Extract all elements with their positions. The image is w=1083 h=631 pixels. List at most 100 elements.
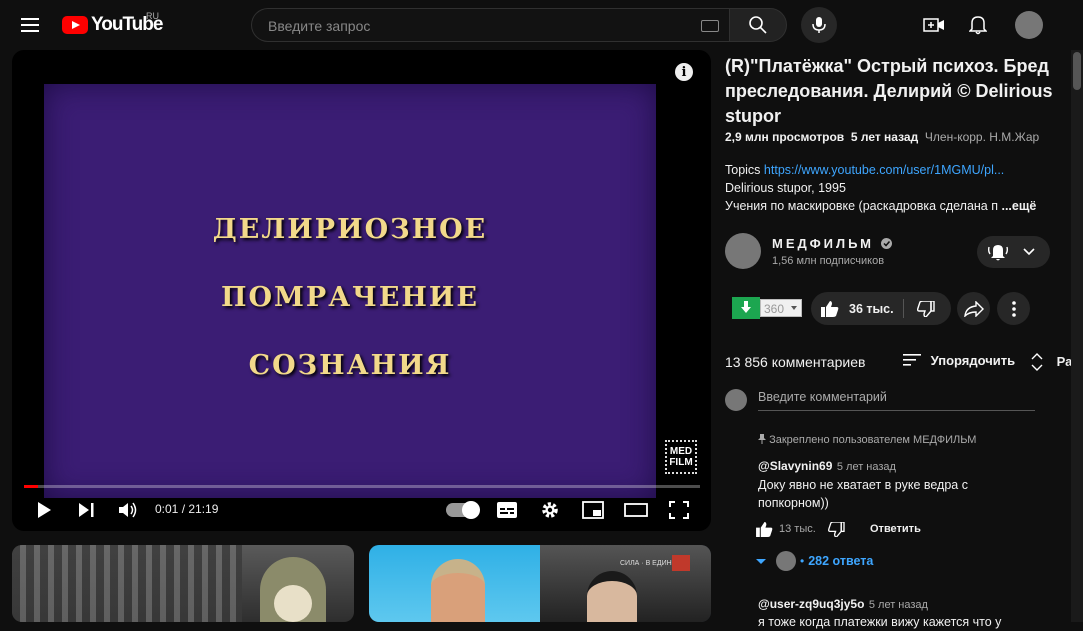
subtitles-icon bbox=[497, 502, 517, 518]
upload-age: 5 лет назад bbox=[850, 130, 919, 144]
description-line-2: Delirious stupor, 1995 bbox=[725, 181, 846, 195]
like-button[interactable]: 36 тыс. bbox=[811, 292, 903, 325]
settings-button[interactable] bbox=[538, 498, 562, 522]
comment-1-text-line-2: попкорном)) bbox=[758, 496, 829, 510]
download-icon[interactable] bbox=[732, 297, 760, 319]
replies-dot: • bbox=[800, 554, 805, 568]
video-title: (R)"Платёжка" Острый психоз. Бред пресле… bbox=[725, 56, 1053, 126]
comment-author[interactable]: @user-zq9uq3jy5o bbox=[758, 597, 864, 611]
channel-avatar[interactable] bbox=[725, 233, 761, 269]
search-icon bbox=[749, 16, 767, 34]
expand-collapse-icon bbox=[1031, 353, 1043, 371]
comment-input-wrap[interactable] bbox=[758, 388, 1035, 411]
bell-ringing-icon bbox=[987, 245, 1009, 261]
author-credit: Член-корр. Н.М.Жар bbox=[924, 130, 1040, 144]
frame-text-line-2: ПОМРАЧЕНИЕ bbox=[220, 282, 480, 313]
description-line-3: Учения по маскировке (раскадровка сделан… bbox=[725, 199, 998, 213]
next-button[interactable] bbox=[74, 498, 98, 522]
scrollbar-track[interactable] bbox=[1071, 50, 1083, 622]
dislike-button[interactable] bbox=[911, 292, 941, 325]
fullscreen-button[interactable] bbox=[667, 498, 691, 522]
quality-chevron-icon bbox=[791, 306, 797, 310]
topics-link[interactable]: https://www.youtube.com/user/1MGMU/pl... bbox=[764, 163, 1004, 177]
autoplay-toggle[interactable] bbox=[446, 501, 480, 519]
reply-button[interactable]: Ответить bbox=[870, 523, 921, 535]
extra-sort-button[interactable]: Ра bbox=[1031, 353, 1072, 371]
thumbnail-building bbox=[12, 545, 242, 622]
account-avatar[interactable] bbox=[1015, 11, 1043, 39]
progress-fill bbox=[24, 485, 38, 488]
keyboard-icon[interactable] bbox=[701, 20, 719, 32]
related-video-thumbnail-2[interactable]: СИЛА · В ЕДИНСТВЕ bbox=[369, 545, 711, 622]
show-more-link[interactable]: ...ещё bbox=[1001, 199, 1036, 213]
fullscreen-icon bbox=[669, 501, 689, 519]
sort-button[interactable]: Упорядочить bbox=[903, 353, 1015, 368]
share-icon bbox=[963, 300, 984, 317]
more-vert-icon bbox=[1011, 300, 1016, 317]
watermark-line-1: MED bbox=[669, 446, 693, 457]
comment-time[interactable]: 5 лет назад bbox=[837, 461, 896, 473]
create-video-icon bbox=[923, 18, 944, 32]
thumbnail-face bbox=[274, 585, 312, 622]
video-frame: ДЕЛИРИОЗНОЕ ПОМРАЧЕНИЕ СОЗНАНИЯ bbox=[44, 84, 656, 498]
description[interactable]: Topics https://www.youtube.com/user/1MGM… bbox=[725, 161, 1055, 215]
play-icon bbox=[38, 502, 51, 518]
channel-name[interactable]: МЕДФИЛЬМ bbox=[772, 236, 892, 251]
comment-input[interactable] bbox=[758, 390, 1028, 404]
thumbs-up-icon[interactable] bbox=[756, 522, 773, 537]
thumbs-down-icon bbox=[917, 300, 935, 317]
share-button[interactable] bbox=[957, 292, 990, 325]
frame-text-line-1: ДЕЛИРИОЗНОЕ bbox=[212, 214, 488, 245]
comment-time[interactable]: 5 лет назад bbox=[869, 599, 928, 611]
bell-icon bbox=[969, 16, 987, 35]
mic-icon bbox=[812, 17, 826, 33]
subtitles-button[interactable] bbox=[495, 498, 519, 522]
chevron-down-icon bbox=[1023, 248, 1035, 256]
voice-search-button[interactable] bbox=[801, 7, 837, 43]
comment-author[interactable]: @Slavynin69 bbox=[758, 459, 832, 473]
comment-1-text: Доку явно не хватает в руке ведра с попк… bbox=[758, 476, 968, 512]
comment-1-actions: 13 тыс. Ответить bbox=[756, 520, 956, 540]
extra-sort-label: Ра bbox=[1056, 354, 1073, 369]
related-video-thumbnail-1[interactable] bbox=[12, 545, 354, 622]
notifications-button[interactable] bbox=[966, 13, 990, 37]
like-divider bbox=[903, 299, 904, 318]
search-button[interactable] bbox=[729, 8, 787, 42]
theater-icon bbox=[624, 503, 648, 517]
youtube-logo-icon bbox=[62, 16, 88, 34]
download-widget[interactable]: 360 bbox=[732, 297, 802, 319]
medfilm-watermark: MED FILM bbox=[665, 440, 697, 474]
quality-select[interactable]: 360 bbox=[760, 299, 802, 317]
my-avatar bbox=[725, 389, 747, 411]
search-input[interactable] bbox=[266, 17, 690, 35]
replies-toggle[interactable]: • 282 ответа bbox=[756, 550, 873, 572]
frame-text-line-3: СОЗНАНИЯ bbox=[248, 350, 452, 381]
next-icon bbox=[79, 503, 94, 517]
sort-icon bbox=[903, 354, 921, 366]
channel-name-text: МЕДФИЛЬМ bbox=[772, 236, 874, 251]
info-icon[interactable]: i bbox=[675, 63, 693, 81]
search-box[interactable] bbox=[251, 8, 729, 42]
comment-1-text-line-1: Доку явно не хватает в руке ведра с bbox=[758, 478, 968, 492]
video-meta: 2,9 млн просмотров 5 лет назад Член-корр… bbox=[725, 130, 1039, 144]
miniplayer-icon bbox=[582, 501, 604, 519]
scrollbar-thumb[interactable] bbox=[1073, 52, 1081, 90]
like-dislike-group: 36 тыс. bbox=[811, 292, 951, 325]
volume-button[interactable] bbox=[116, 498, 140, 522]
autoplay-knob bbox=[462, 501, 480, 519]
menu-icon[interactable] bbox=[18, 13, 42, 37]
theater-mode-button[interactable] bbox=[624, 498, 648, 522]
topics-label: Topics bbox=[725, 163, 761, 177]
video-player[interactable]: ДЕЛИРИОЗНОЕ ПОМРАЧЕНИЕ СОЗНАНИЯ i MED FI… bbox=[12, 50, 711, 531]
comments-count: 13 856 комментариев bbox=[725, 354, 866, 370]
thumbs-down-icon[interactable] bbox=[828, 522, 845, 537]
verified-icon bbox=[880, 238, 892, 249]
subscription-bell-button[interactable] bbox=[977, 236, 1050, 268]
progress-bar[interactable] bbox=[24, 485, 700, 488]
more-actions-button[interactable] bbox=[997, 292, 1030, 325]
comment-like-count: 13 тыс. bbox=[779, 523, 816, 535]
play-button[interactable] bbox=[32, 498, 56, 522]
miniplayer-button[interactable] bbox=[581, 498, 605, 522]
create-button[interactable] bbox=[922, 13, 946, 37]
gear-icon bbox=[542, 502, 558, 518]
